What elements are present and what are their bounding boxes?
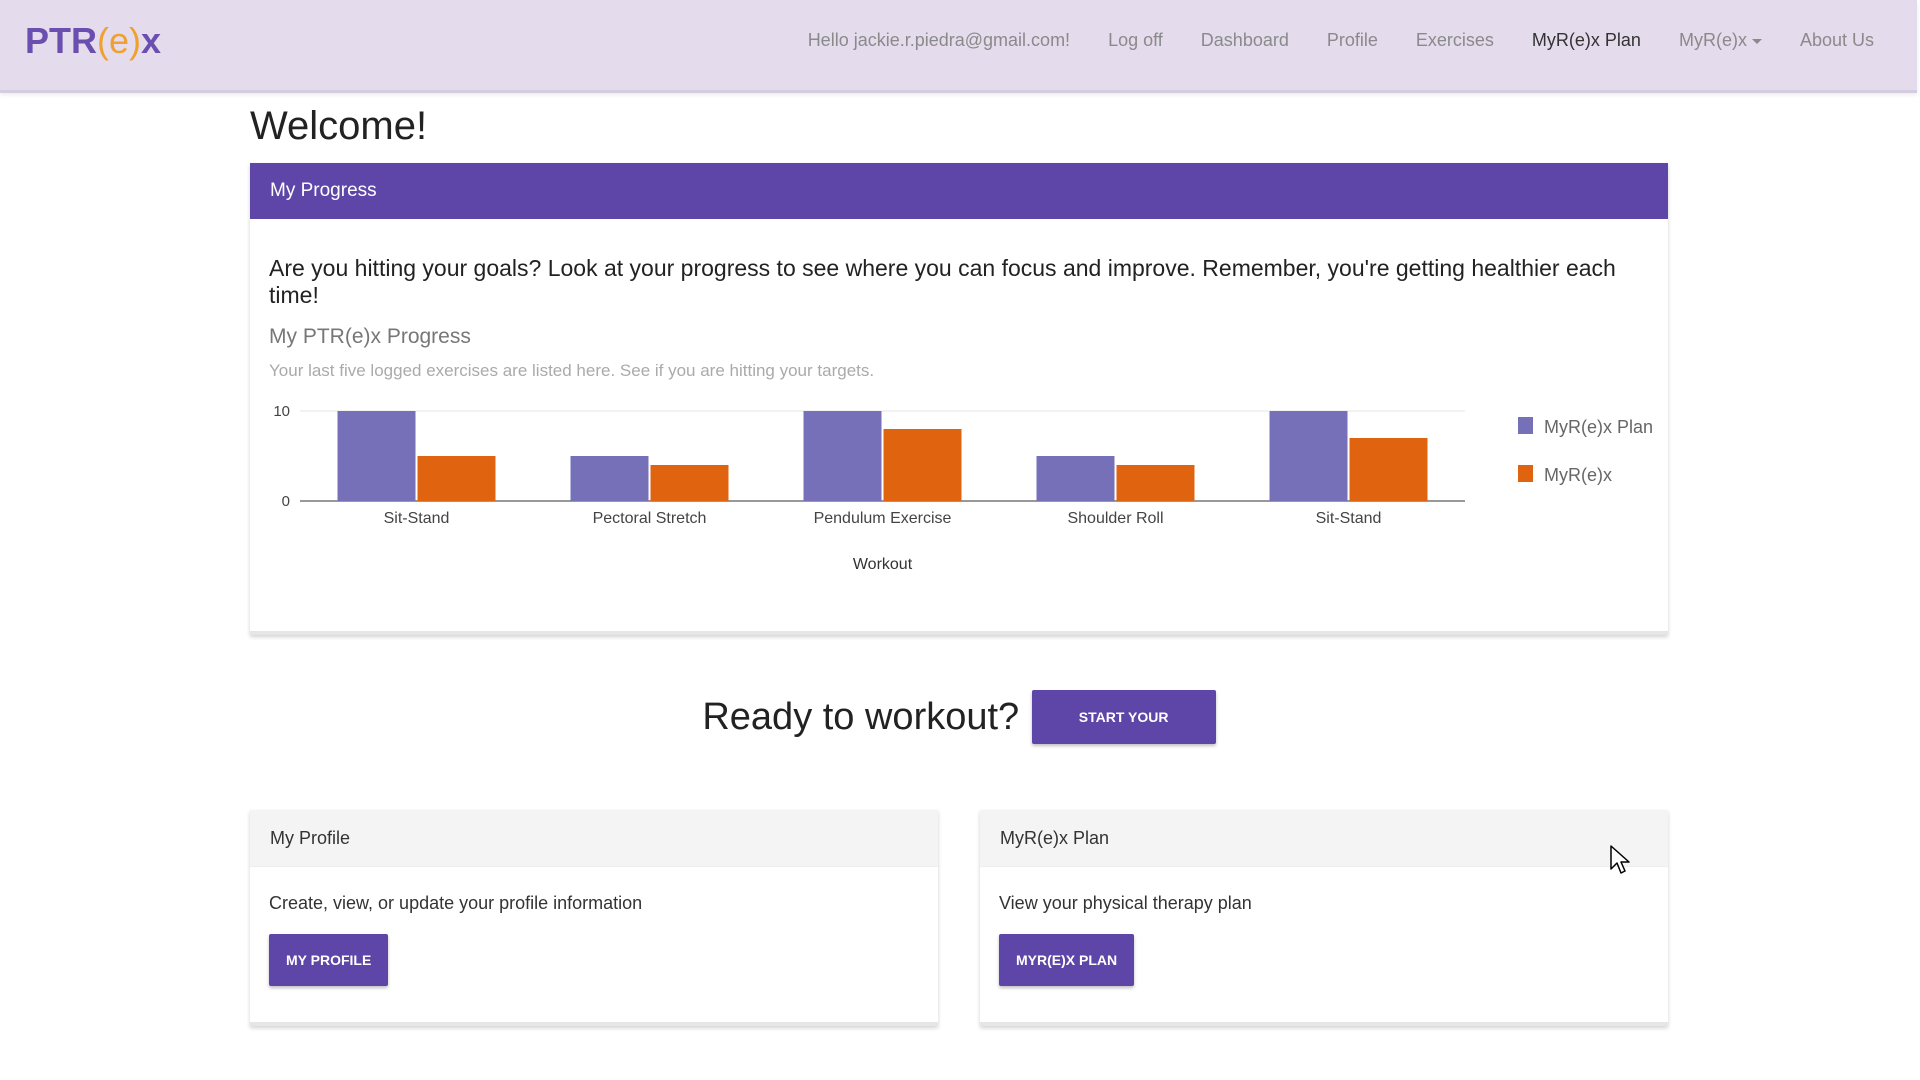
chart-y-tick-label: 0 — [282, 493, 290, 510]
chart-bar — [1116, 465, 1195, 501]
brand-x: x — [141, 20, 162, 61]
brand-paren-close: ) — [129, 20, 142, 61]
mouse-cursor-icon — [1610, 845, 1630, 874]
chart-title: My PTR(e)x Progress — [269, 325, 471, 348]
progress-panel-heading: My Progress — [250, 163, 1668, 219]
chart-x-tick-label: Shoulder Roll — [1067, 510, 1163, 527]
profile-card: My Profile Create, view, or update your … — [250, 810, 938, 1026]
ready-text: Ready to workout? — [702, 695, 1020, 738]
chart-bar — [570, 456, 649, 501]
main-container: Welcome! My Progress Are you hitting you… — [250, 100, 1668, 1026]
profile-card-heading: My Profile — [250, 810, 938, 867]
nav-myrex-label: MyR(e)x — [1678, 30, 1747, 50]
chart-subtitle: Your last five logged exercises are list… — [269, 361, 875, 380]
brand-e: e — [109, 20, 130, 61]
chart-bar — [650, 465, 729, 501]
nav-links: Hello jackie.r.piedra@gmail.com! Log off… — [789, 30, 1893, 51]
myrex-plan-button[interactable]: MYR(E)X PLAN — [999, 934, 1135, 986]
plan-card-body: View your physical therapy plan MYR(E)X … — [980, 867, 1668, 1008]
nav-myrex-dropdown[interactable]: MyR(e)x — [1660, 30, 1781, 51]
brand-ptr: PTR — [25, 20, 97, 61]
chart-legend-swatch — [1518, 417, 1533, 434]
chart-x-tick-label: Pendulum Exercise — [814, 510, 952, 527]
chart-bar — [1349, 438, 1428, 501]
chart-bar — [883, 429, 962, 501]
chart-bar — [417, 456, 496, 501]
page-title: Welcome! — [250, 104, 428, 148]
cards-row: My Profile Create, view, or update your … — [250, 810, 1668, 1026]
plan-card-heading: MyR(e)x Plan — [980, 810, 1668, 867]
nav-log-off[interactable]: Log off — [1089, 30, 1182, 51]
plan-card-text: View your physical therapy plan — [999, 893, 1252, 913]
progress-lead-text: Are you hitting your goals? Look at your… — [269, 255, 1616, 308]
nav-dashboard[interactable]: Dashboard — [1182, 30, 1308, 51]
chart-legend-label: MyR(e)x Plan — [1544, 417, 1653, 437]
nav-about-us[interactable]: About Us — [1781, 30, 1893, 51]
my-profile-button[interactable]: MY PROFILE — [269, 934, 389, 986]
plan-card: MyR(e)x Plan View your physical therapy … — [980, 810, 1668, 1026]
chart-x-tick-label: Sit-Stand — [1316, 510, 1382, 527]
chart-bar — [803, 411, 882, 501]
chart-x-tick-label: Sit-Stand — [384, 510, 450, 527]
start-workout-button[interactable]: START YOUR WORKOUT — [1031, 690, 1216, 779]
brand-paren-open: ( — [97, 20, 109, 61]
chart-legend-swatch — [1518, 465, 1533, 482]
progress-panel-body: Are you hitting your goals? Look at your… — [250, 219, 1668, 631]
chart-legend-label: MyR(e)x — [1544, 465, 1612, 485]
chart-x-tick-label: Pectoral Stretch — [593, 510, 707, 527]
ready-section: Ready to workout? START YOUR WORKOUT — [250, 690, 1668, 779]
nav-profile[interactable]: Profile — [1308, 30, 1397, 51]
navbar: PTR(e)x Hello jackie.r.piedra@gmail.com!… — [0, 0, 1917, 93]
brand-logo[interactable]: PTR(e)x — [25, 20, 161, 62]
nav-greeting[interactable]: Hello jackie.r.piedra@gmail.com! — [789, 30, 1089, 51]
chart-bar — [1036, 456, 1115, 501]
profile-card-text: Create, view, or update your profile inf… — [269, 893, 643, 913]
progress-chart: 0 10 Sit-Stand Pectoral Stretch Pendulum Exe… — [273, 403, 1653, 573]
page: PTR(e)x Hello jackie.r.piedra@gmail.com!… — [0, 0, 1920, 1080]
nav-exercises[interactable]: Exercises — [1397, 30, 1513, 51]
nav-myrex-plan[interactable]: MyR(e)x Plan — [1513, 30, 1660, 51]
chart-bar — [1269, 411, 1348, 501]
chart-x-axis-label: Workout — [853, 556, 913, 573]
progress-panel: My Progress Are you hitting your goals? … — [250, 163, 1668, 635]
chart-y-tick-label: 10 — [273, 403, 290, 420]
profile-card-body: Create, view, or update your profile inf… — [250, 867, 938, 1008]
chart-bar — [337, 411, 416, 501]
caret-down-icon — [1751, 38, 1762, 44]
